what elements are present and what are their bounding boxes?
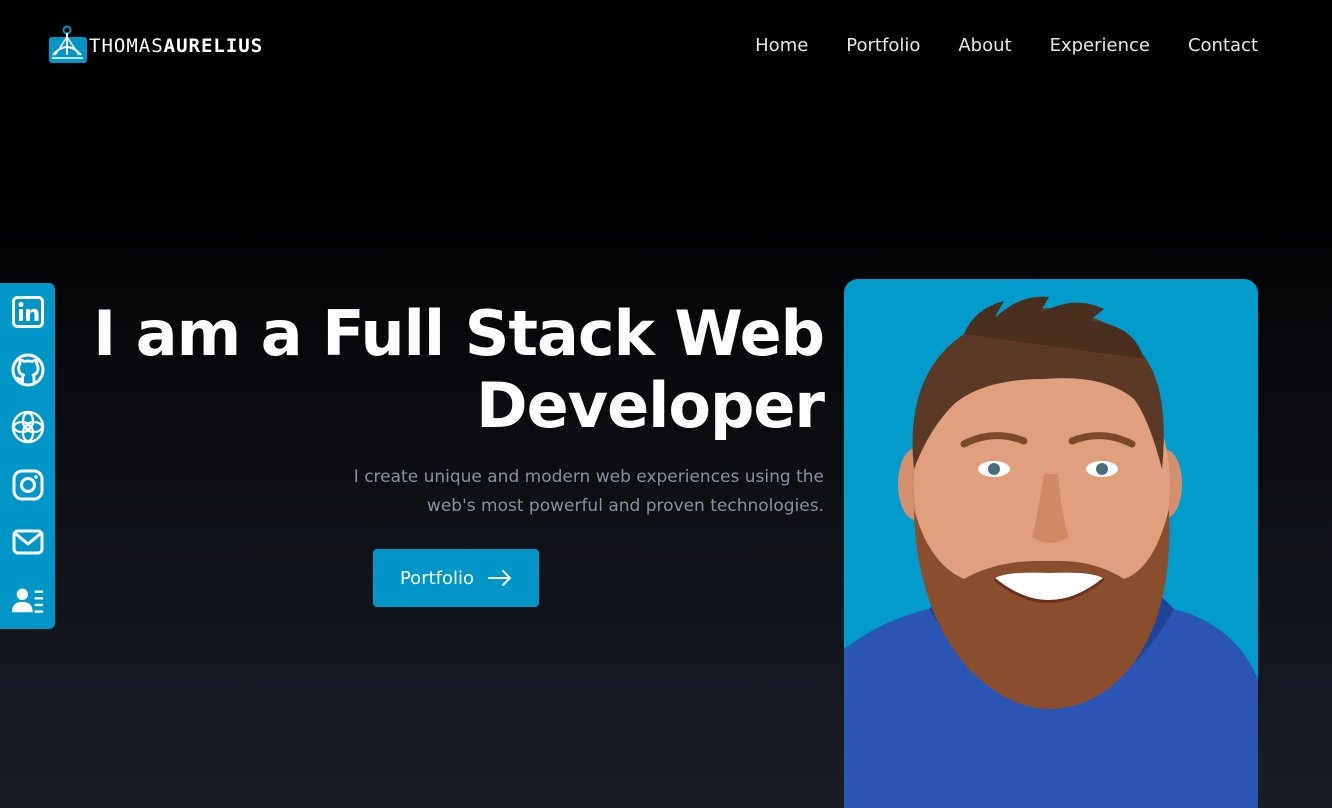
sololearn-icon[interactable] bbox=[11, 410, 45, 444]
sextant-logo-icon bbox=[47, 25, 89, 67]
nav-portfolio[interactable]: Portfolio bbox=[846, 34, 920, 58]
hero-title-line-1: I am a Full Stack Web bbox=[93, 297, 825, 370]
nav-contact[interactable]: Contact bbox=[1188, 34, 1258, 58]
social-sidebar bbox=[0, 283, 55, 629]
portfolio-button[interactable]: Portfolio bbox=[373, 549, 539, 607]
instagram-icon[interactable] bbox=[11, 468, 45, 502]
profile-photo bbox=[844, 279, 1258, 808]
contact-card-icon[interactable] bbox=[11, 583, 45, 617]
hero-subtitle-line-2: web's most powerful and proven technolog… bbox=[426, 496, 824, 516]
nav-home[interactable]: Home bbox=[755, 34, 808, 58]
arrow-right-icon bbox=[488, 570, 512, 586]
main-nav: Home Portfolio About Experience Contact bbox=[755, 34, 1258, 58]
nav-experience[interactable]: Experience bbox=[1050, 34, 1150, 58]
nav-about[interactable]: About bbox=[958, 34, 1011, 58]
github-icon[interactable] bbox=[11, 353, 45, 387]
portfolio-button-label: Portfolio bbox=[399, 567, 475, 589]
hero-title-line-2: Developer bbox=[476, 369, 825, 442]
logo-wordmark: THOMASAURELIUS bbox=[89, 34, 264, 57]
linkedin-icon[interactable] bbox=[11, 295, 45, 329]
logo-text-first: THOMAS bbox=[89, 34, 164, 57]
hero-subtitle: I create unique and modern web experienc… bbox=[304, 463, 824, 521]
logo-text-last: AURELIUS bbox=[163, 34, 264, 57]
hero-title: I am a Full Stack Web Developer bbox=[64, 297, 825, 442]
site-logo[interactable]: THOMASAURELIUS bbox=[47, 24, 263, 68]
hero-subtitle-line-1: I create unique and modern web experienc… bbox=[353, 467, 824, 487]
mail-icon[interactable] bbox=[11, 525, 45, 559]
